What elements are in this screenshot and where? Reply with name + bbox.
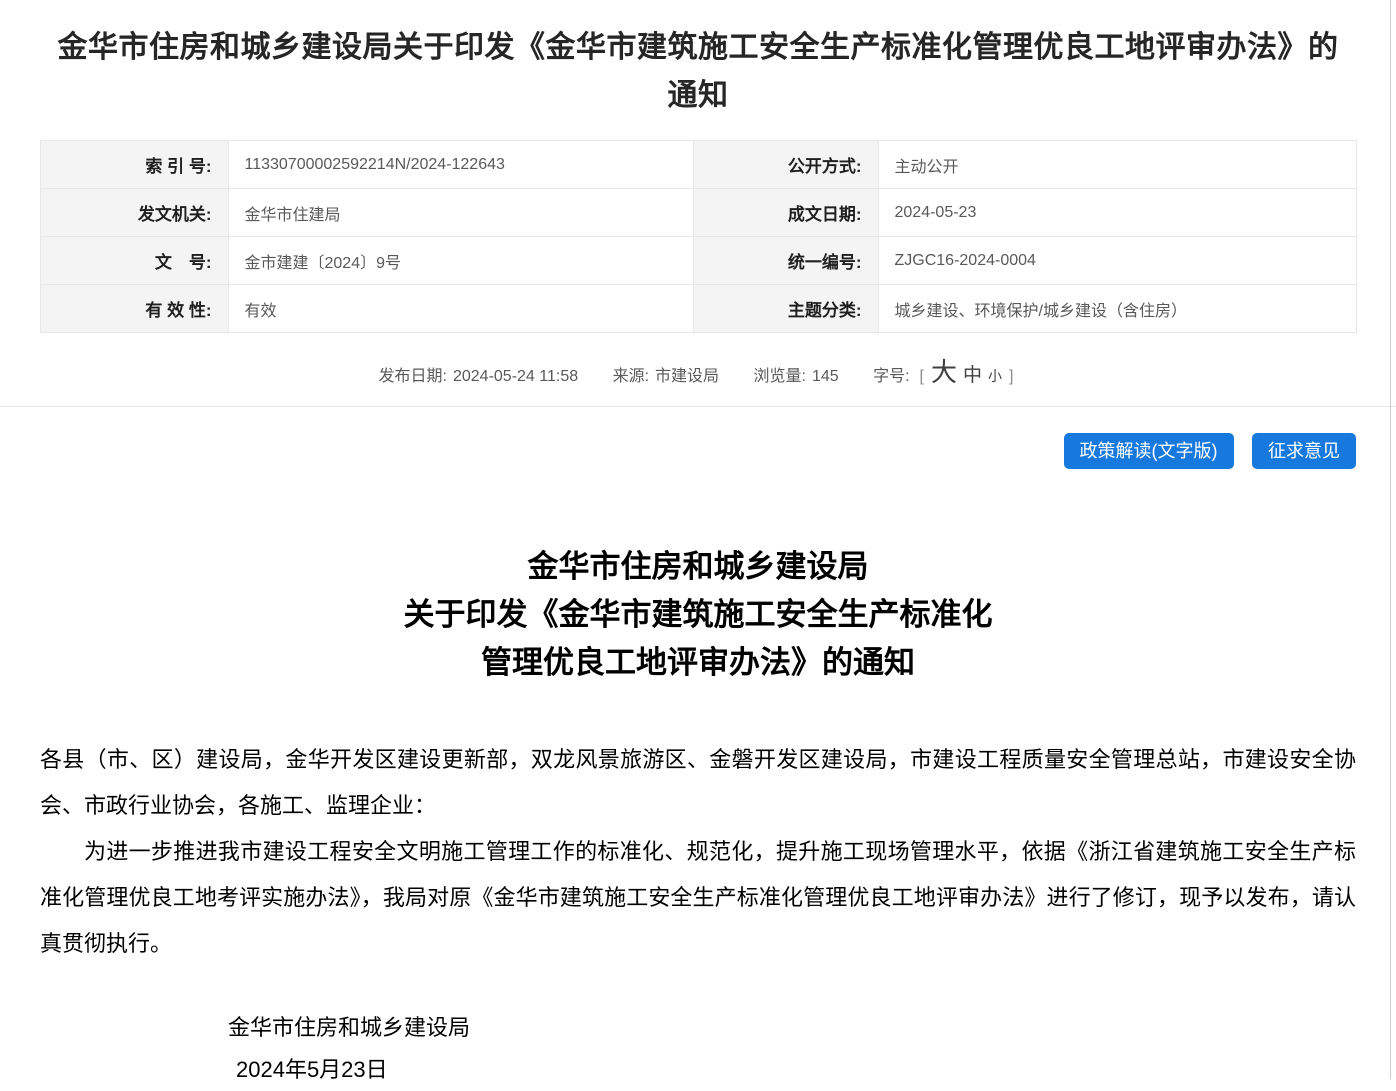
action-button-bar: 政策解读(文字版) 征求意见: [40, 433, 1356, 469]
source-group: 来源: 市建设局: [613, 368, 719, 385]
policy-interpretation-button[interactable]: 政策解读(文字版): [1064, 433, 1234, 469]
signature-date: 2024年5月23日: [40, 1049, 1356, 1091]
topic-category-label: 主题分类:: [693, 285, 878, 333]
fontsize-control: 字号:[大中小]: [873, 368, 1017, 385]
publish-date-value: 2024-05-24 11:58: [453, 368, 578, 385]
issuing-agency-value: 金华市住建局: [228, 189, 693, 237]
document-title: 金华市住房和城乡建设局 关于印发《金华市建筑施工安全生产标准化 管理优良工地评审…: [40, 543, 1356, 687]
views-group: 浏览量: 145: [753, 368, 838, 385]
solicit-opinions-button[interactable]: 征求意见: [1252, 433, 1356, 469]
signature-block: 金华市住房和城乡建设局 2024年5月23日: [40, 1007, 1356, 1091]
publish-info-bar: 发布日期: 2024-05-24 11:58 来源: 市建设局 浏览量: 145 字号…: [0, 333, 1396, 407]
page-title: 金华市住房和城乡建设局关于印发《金华市建筑施工安全生产标准化管理优良工地评审办法…: [48, 0, 1348, 120]
signature-agency: 金华市住房和城乡建设局: [40, 1007, 1356, 1049]
publish-date-label: 发布日期:: [379, 368, 447, 385]
document-paragraphs: 各县（市、区）建设局，金华开发区建设更新部，双龙风景旅游区、金磐开发区建设局，市…: [40, 737, 1356, 967]
main-paragraph: 为进一步推进我市建设工程安全文明施工管理工作的标准化、规范化，提升施工现场管理水…: [40, 829, 1356, 967]
publicity-method-label: 公开方式:: [693, 141, 878, 189]
document-title-line-2: 关于印发《金华市建筑施工安全生产标准化: [40, 591, 1356, 639]
topic-category-value: 城乡建设、环境保护/城乡建设（含住房）: [878, 285, 1356, 333]
publicity-method-value: 主动公开: [878, 141, 1356, 189]
fontsize-medium-button[interactable]: 中: [963, 365, 982, 386]
validity-label: 有 效 性:: [40, 285, 228, 333]
unified-number-value: ZJGC16-2024-0004: [878, 237, 1356, 285]
meta-row-1: 索 引 号: 11330700002592214N/2024-122643 公开…: [40, 141, 1356, 189]
meta-row-2: 发文机关: 金华市住建局 成文日期: 2024-05-23: [40, 189, 1356, 237]
document-number-value: 金市建建〔2024〕9号: [228, 237, 693, 285]
fontsize-small-button[interactable]: 小: [988, 368, 1002, 384]
index-number-label: 索 引 号:: [40, 141, 228, 189]
publish-date-group: 发布日期: 2024-05-24 11:58: [379, 368, 579, 385]
source-value: 市建设局: [655, 368, 719, 385]
meta-row-3: 文 号: 金市建建〔2024〕9号 统一编号: ZJGC16-2024-0004: [40, 237, 1356, 285]
fontsize-bracket-open: [: [920, 368, 924, 385]
issuing-agency-label: 发文机关:: [40, 189, 228, 237]
fontsize-bracket-close: ]: [1009, 368, 1013, 385]
scrollbar[interactable]: [1390, 0, 1391, 1079]
document-title-line-3: 管理优良工地评审办法》的通知: [40, 639, 1356, 687]
fontsize-large-button[interactable]: 大: [931, 357, 957, 387]
document-meta-table: 索 引 号: 11330700002592214N/2024-122643 公开…: [40, 140, 1357, 333]
document-number-label: 文 号:: [40, 237, 228, 285]
issue-date-label: 成文日期:: [693, 189, 878, 237]
index-number-value: 11330700002592214N/2024-122643: [228, 141, 693, 189]
validity-value: 有效: [228, 285, 693, 333]
issue-date-value: 2024-05-23: [878, 189, 1356, 237]
recipients-paragraph: 各县（市、区）建设局，金华开发区建设更新部，双龙风景旅游区、金磐开发区建设局，市…: [40, 737, 1356, 829]
views-value: 145: [812, 368, 839, 385]
views-label: 浏览量:: [753, 368, 805, 385]
fontsize-label: 字号:: [873, 368, 909, 385]
document-title-line-1: 金华市住房和城乡建设局: [40, 543, 1356, 591]
source-label: 来源:: [613, 368, 649, 385]
unified-number-label: 统一编号:: [693, 237, 878, 285]
document-body: 金华市住房和城乡建设局 关于印发《金华市建筑施工安全生产标准化 管理优良工地评审…: [40, 543, 1356, 1091]
meta-row-4: 有 效 性: 有效 主题分类: 城乡建设、环境保护/城乡建设（含住房）: [40, 285, 1356, 333]
